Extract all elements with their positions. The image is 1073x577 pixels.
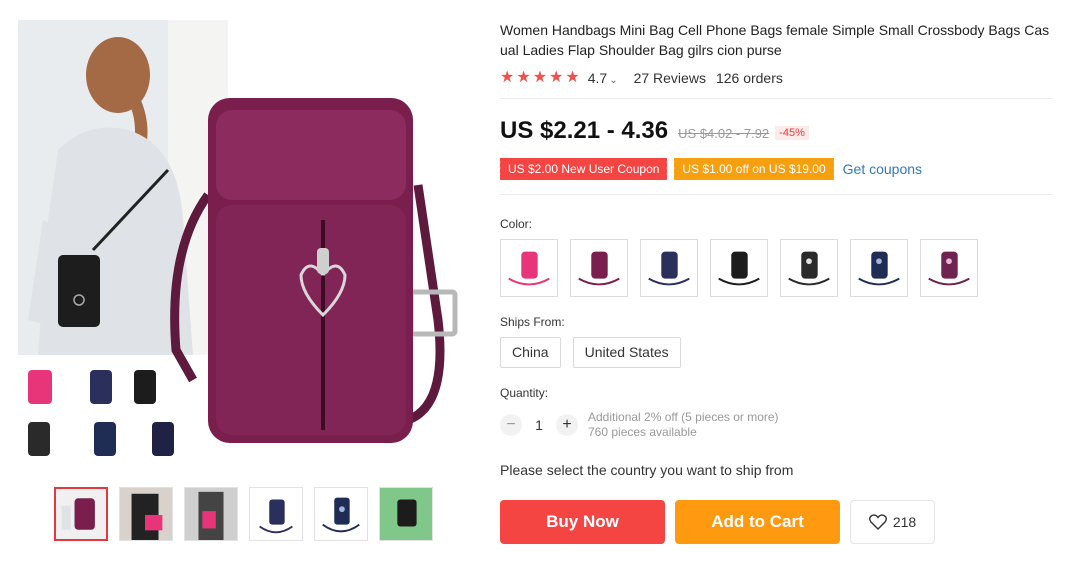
rating-stars: ★ ★ ★ ★ ★ (500, 70, 580, 86)
bulk-discount-note: Additional 2% off (5 pieces or more) (588, 410, 779, 424)
color-option-purple[interactable] (570, 239, 628, 297)
product-title: Women Handbags Mini Bag Cell Phone Bags … (500, 22, 1050, 58)
divider (500, 194, 1052, 195)
thumbnail-1[interactable] (54, 487, 108, 541)
buy-now-button[interactable]: Buy Now (500, 500, 665, 544)
color-option-navy-floral[interactable] (850, 239, 908, 297)
pieces-available: 760 pieces available (588, 425, 697, 439)
wishlist-button[interactable]: 218 (850, 500, 935, 544)
star-icon: ★ (500, 69, 515, 86)
quantity-label: Quantity: (500, 386, 549, 400)
ships-from-options: China United States (500, 337, 1053, 368)
ship-from-china[interactable]: China (500, 337, 561, 368)
add-to-cart-button[interactable]: Add to Cart (675, 500, 840, 544)
coupon-row: US $2.00 New User Coupon US $1.00 off on… (497, 158, 1053, 180)
thumbnail-4[interactable] (249, 487, 303, 541)
discount-badge: -45% (775, 126, 809, 140)
quantity-note: Additional 2% off (5 pieces or more) 760… (588, 410, 779, 440)
reviews-link[interactable]: 27 Reviews (634, 70, 706, 86)
get-coupons-link[interactable]: Get coupons (843, 161, 922, 177)
main-product-image[interactable] (18, 20, 470, 472)
ships-from-label: Ships From: (500, 315, 565, 329)
black-floral-bag-icon (788, 251, 830, 286)
chevron-down-icon: ⌄ (609, 75, 618, 86)
quantity-value[interactable]: 1 (522, 417, 556, 433)
color-option-navy[interactable] (640, 239, 698, 297)
thumbnail-3[interactable] (184, 487, 238, 541)
color-option-black-floral[interactable] (780, 239, 838, 297)
star-icon: ★ (549, 69, 564, 86)
orders-count: 126 orders (715, 70, 783, 86)
thumbnail-strip (54, 487, 433, 541)
pink-bag-icon (508, 251, 550, 286)
color-option-pink[interactable] (500, 239, 558, 297)
price-row: US $2.21 - 4.36 US $4.02 - 7.92 -45% (500, 117, 1053, 145)
wishlist-count: 218 (892, 514, 917, 530)
star-icon: ★ (565, 69, 580, 86)
thumbnail-5[interactable] (314, 487, 368, 541)
color-options (500, 239, 1053, 297)
rating-value[interactable]: 4.7 ⌄ (588, 70, 618, 86)
thumbnail-6[interactable] (379, 487, 433, 541)
thumbnail-2[interactable] (119, 487, 173, 541)
divider (500, 98, 1052, 99)
shipping-message: Please select the country you want to sh… (500, 462, 794, 478)
quantity-minus-button[interactable]: − (500, 414, 522, 436)
color-option-black[interactable] (710, 239, 768, 297)
current-price: US $2.21 - 4.36 (500, 117, 669, 144)
product-info-panel: Women Handbags Mini Bag Cell Phone Bags … (497, 20, 1053, 544)
original-price: US $4.02 - 7.92 (678, 126, 770, 141)
action-buttons: Buy Now Add to Cart 218 (500, 500, 1053, 544)
star-icon: ★ (516, 69, 531, 86)
ship-from-united-states[interactable]: United States (572, 337, 681, 368)
quantity-plus-button[interactable]: + (556, 414, 578, 436)
purple-bag-icon (578, 251, 620, 286)
navy-bag-icon (648, 251, 690, 286)
navy-floral-bag-icon (858, 251, 900, 286)
black-bag-icon (718, 251, 760, 286)
quantity-stepper: − 1 + Additional 2% off (5 pieces or mor… (500, 410, 1053, 440)
star-icon: ★ (532, 69, 548, 86)
color-label: Color: (500, 217, 533, 231)
heart-icon (868, 514, 887, 530)
color-option-purple-floral[interactable] (920, 239, 978, 297)
purple-floral-bag-icon (928, 251, 970, 286)
store-coupon[interactable]: US $1.00 off on US $19.00 (672, 158, 834, 180)
new-user-coupon[interactable]: US $2.00 New User Coupon (497, 158, 668, 180)
rating-row: ★ ★ ★ ★ ★ 4.7 ⌄ 27 Reviews 126 orders (500, 70, 1053, 87)
